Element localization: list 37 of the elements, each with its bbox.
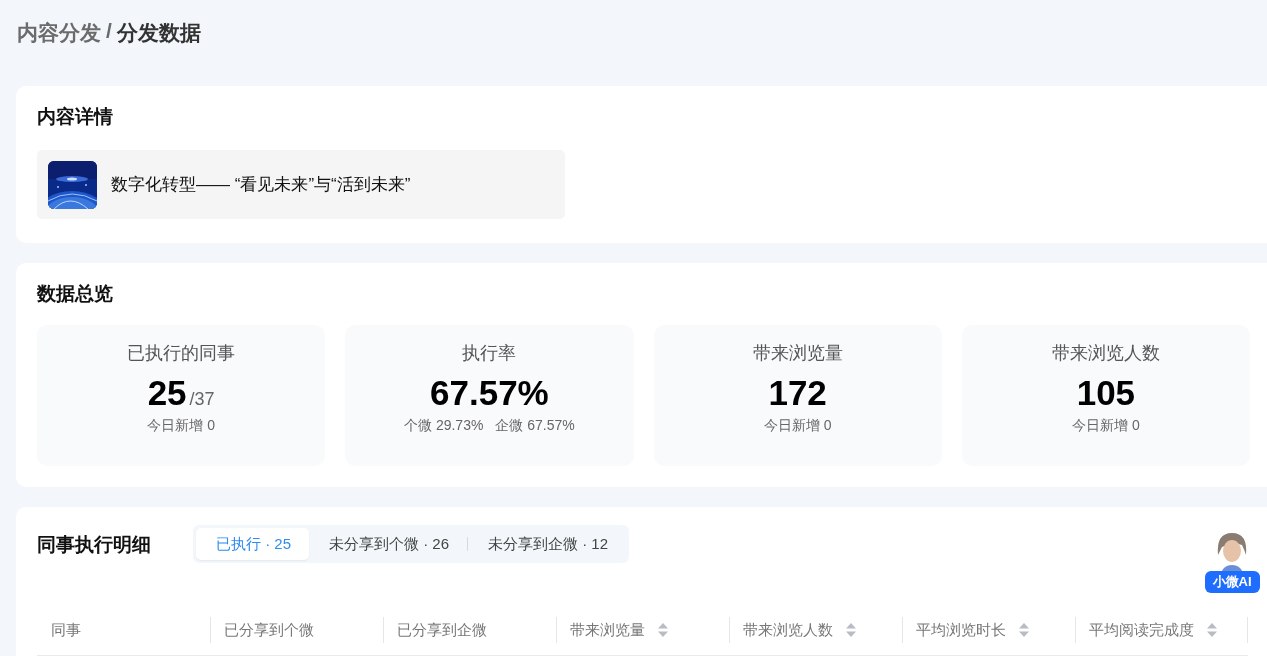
stat-value: 105 [1076, 373, 1136, 413]
stat-label: 执行率 [462, 342, 517, 365]
stat-total: /37 [189, 389, 215, 410]
sort-icon[interactable] [1206, 622, 1218, 638]
stat-note: 今日新增 0 [763, 417, 832, 435]
column-header[interactable]: 同事 [51, 620, 81, 640]
breadcrumb-link[interactable]: 内容分发 [17, 19, 101, 65]
stat-value: 67.57% [430, 373, 549, 413]
content-title: 数字化转型—— “看见未来”与“活到未来” [111, 174, 411, 196]
sort-icon[interactable] [657, 622, 669, 638]
section-title: 同事执行明细 [37, 533, 151, 556]
stat-value: 172 [768, 373, 827, 413]
sort-icon[interactable] [1018, 622, 1030, 638]
column-header[interactable]: 平均阅读完成度 [1089, 620, 1194, 640]
tab[interactable]: 未分享到企微 · 12 [468, 528, 627, 560]
section-title: 数据总览 [37, 282, 114, 305]
stat-label: 带来浏览人数 [1051, 342, 1160, 365]
column-header[interactable]: 已分享到个微 [224, 620, 314, 640]
assistant-label: 小微AI [1204, 571, 1260, 593]
sort-icon[interactable] [845, 622, 857, 638]
page-title: 分发数据 [116, 20, 201, 46]
content-item[interactable]: 数字化转型—— “看见未来”与“活到未来” [37, 150, 565, 219]
stat-note: 企微 67.57% [495, 417, 575, 435]
column-header[interactable]: 带来浏览量 [570, 620, 645, 640]
stat-value: 25 [147, 373, 187, 413]
stat-note: 个微 29.73% [404, 417, 484, 435]
breadcrumb-separator: / [106, 19, 112, 44]
column-header[interactable]: 已分享到企微 [397, 620, 487, 640]
tab[interactable]: 已执行 · 25 [196, 528, 309, 560]
stat-note: 今日新增 0 [1072, 417, 1140, 435]
column-header[interactable]: 带来浏览人数 [743, 620, 833, 640]
tab[interactable]: 未分享到个微 · 26 [309, 528, 468, 560]
stat-label: 已执行的同事 [127, 342, 236, 365]
column-header[interactable]: 平均浏览时长 [916, 620, 1006, 640]
stat-note: 今日新增 0 [147, 417, 215, 435]
stat-label: 带来浏览量 [752, 342, 843, 365]
section-title: 内容详情 [37, 105, 114, 128]
